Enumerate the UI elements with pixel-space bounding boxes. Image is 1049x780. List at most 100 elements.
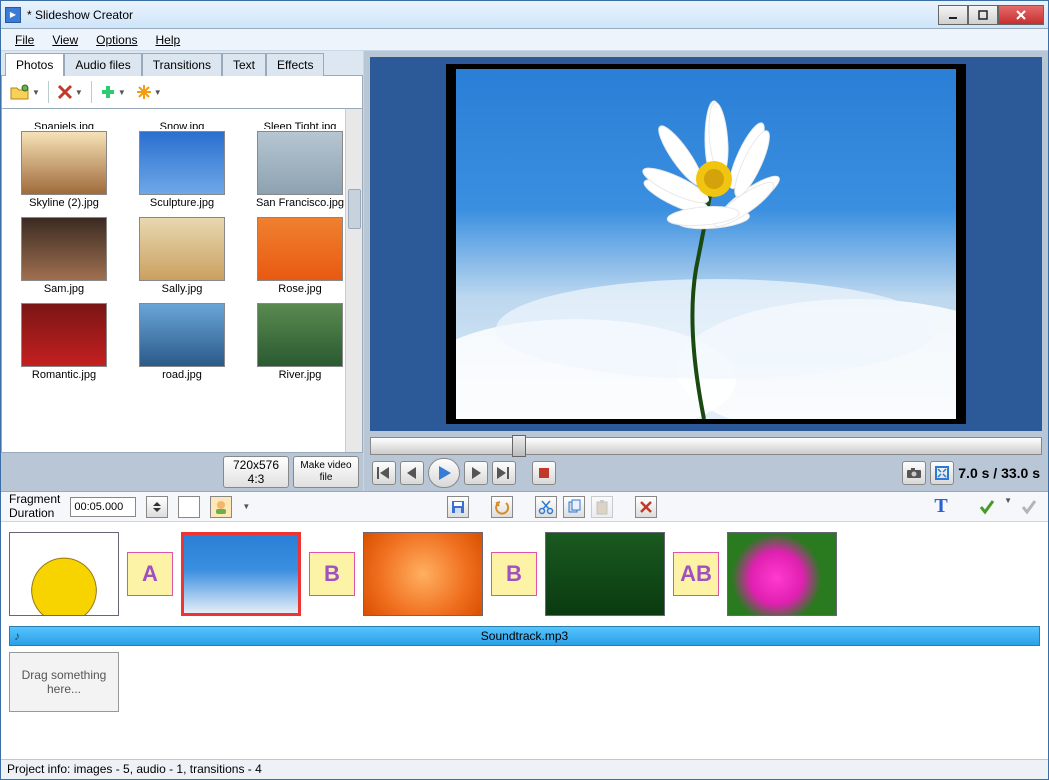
thumbnail-item[interactable]: road.jpg	[126, 303, 238, 387]
thumbnail-image	[139, 303, 225, 367]
fullscreen-button[interactable]	[930, 461, 954, 485]
remove-button[interactable]	[635, 496, 657, 518]
accept-grey-button[interactable]	[1018, 496, 1040, 518]
thumbnail-caption: San Francisco.jpg	[256, 195, 344, 215]
thumbnail-item[interactable]: Sculpture.jpg	[126, 131, 238, 215]
close-button[interactable]	[998, 5, 1044, 25]
open-folder-button[interactable]: ▼	[8, 81, 42, 103]
timeline-clip[interactable]	[181, 532, 301, 616]
thumbnail-item[interactable]: Snow.jpg	[126, 113, 238, 129]
tab-text[interactable]: Text	[222, 53, 266, 76]
thumbnail-caption: Rose.jpg	[278, 281, 321, 301]
preview-panel: 7.0 s / 33.0 s	[364, 51, 1048, 491]
thumbnail-image	[257, 131, 343, 195]
timeline-clip[interactable]	[545, 532, 665, 616]
thumbnail-image	[257, 217, 343, 281]
timeline-clip[interactable]	[727, 532, 837, 616]
last-frame-button[interactable]	[492, 461, 516, 485]
audio-track[interactable]: ♪ Soundtrack.mp3	[9, 626, 1040, 646]
face-crop-button[interactable]	[210, 496, 232, 518]
left-panel: Photos Audio files Transitions Text Effe…	[1, 51, 364, 491]
text-tool-button[interactable]: T	[930, 496, 952, 518]
blank-swatch[interactable]	[178, 496, 200, 518]
cut-button[interactable]	[535, 496, 557, 518]
thumbnail-item[interactable]: River.jpg	[244, 303, 356, 387]
next-frame-button[interactable]	[464, 461, 488, 485]
thumbnail-caption: Skyline (2).jpg	[29, 195, 99, 215]
fragment-duration-label: FragmentDuration	[9, 493, 60, 519]
thumbnail-caption: Spaniels.jpg	[34, 119, 94, 129]
left-bottom-bar: 720x5764:3 Make video file	[1, 453, 363, 491]
tab-photos[interactable]: Photos	[5, 53, 64, 76]
face-dropdown[interactable]: ▼	[242, 502, 250, 511]
drop-zone[interactable]: Drag something here...	[9, 652, 119, 712]
undo-button[interactable]	[491, 496, 513, 518]
tab-audio[interactable]: Audio files	[64, 53, 141, 76]
accept-button[interactable]	[976, 496, 998, 518]
menu-options[interactable]: Options	[88, 31, 145, 49]
titlebar: ▶ * Slideshow Creator	[1, 1, 1048, 29]
snapshot-button[interactable]	[902, 461, 926, 485]
thumbnail-grid[interactable]: Spaniels.jpg Snow.jpg Sleep Tight.jpg Skyli…	[1, 109, 363, 453]
audio-filename: Soundtrack.mp3	[481, 629, 568, 643]
thumbnail-item[interactable]: Rose.jpg	[244, 217, 356, 301]
prev-frame-button[interactable]	[400, 461, 424, 485]
first-frame-button[interactable]	[372, 461, 396, 485]
tab-effects[interactable]: Effects	[266, 53, 324, 76]
thumbnail-item[interactable]: Skyline (2).jpg	[8, 131, 120, 215]
thumbnail-image	[257, 303, 343, 367]
seek-slider[interactable]	[370, 437, 1042, 455]
thumbnail-item[interactable]: Sleep Tight.jpg	[244, 113, 356, 129]
sparkle-button[interactable]: ▼	[134, 82, 164, 102]
accept-dropdown[interactable]: ▼	[1004, 496, 1012, 518]
thumbnail-item[interactable]: Sally.jpg	[126, 217, 238, 301]
fragment-duration-input[interactable]	[70, 497, 136, 517]
timeline-clip[interactable]	[9, 532, 119, 616]
time-display: 7.0 s / 33.0 s	[958, 465, 1040, 481]
transition-item[interactable]: B	[491, 552, 537, 596]
duration-stepper[interactable]	[146, 496, 168, 518]
menu-file[interactable]: File	[7, 31, 42, 49]
thumbnail-caption: Sally.jpg	[162, 281, 203, 301]
play-button[interactable]	[428, 458, 460, 488]
transition-item[interactable]: A	[127, 552, 173, 596]
add-button[interactable]: ▼	[98, 82, 128, 102]
app-icon: ▶	[5, 7, 21, 23]
thumbnail-image	[21, 131, 107, 195]
thumbnail-caption: road.jpg	[162, 367, 202, 387]
make-video-button[interactable]: Make video file	[293, 456, 359, 488]
thumbnail-caption: Sculpture.jpg	[150, 195, 214, 215]
minimize-button[interactable]	[938, 5, 968, 25]
timeline-track[interactable]: ABBAB ♪ Soundtrack.mp3 Drag something he…	[1, 522, 1048, 759]
tab-transitions[interactable]: Transitions	[142, 53, 222, 76]
timeline-clip[interactable]	[363, 532, 483, 616]
thumbnail-item[interactable]: Spaniels.jpg	[8, 113, 120, 129]
thumbnail-caption: Snow.jpg	[160, 119, 205, 129]
status-text: Project info: images - 5, audio - 1, tra…	[7, 762, 262, 776]
stop-button[interactable]	[532, 461, 556, 485]
preview-area	[370, 57, 1042, 431]
thumbnail-image	[21, 303, 107, 367]
thumbnail-item[interactable]: San Francisco.jpg	[244, 131, 356, 215]
delete-button[interactable]: ▼	[55, 82, 85, 102]
window-title: * Slideshow Creator	[27, 8, 938, 22]
thumbnail-item[interactable]: Romantic.jpg	[8, 303, 120, 387]
thumbnail-image	[139, 217, 225, 281]
seek-thumb[interactable]	[512, 435, 526, 457]
maximize-button[interactable]	[968, 5, 998, 25]
menu-view[interactable]: View	[44, 31, 86, 49]
copy-button[interactable]	[563, 496, 585, 518]
thumbnail-item[interactable]: Sam.jpg	[8, 217, 120, 301]
thumbs-scrollbar[interactable]	[345, 109, 362, 452]
thumbnail-caption: Sleep Tight.jpg	[264, 119, 337, 129]
menu-help[interactable]: Help	[148, 31, 189, 49]
transition-item[interactable]: AB	[673, 552, 719, 596]
preview-canvas[interactable]	[446, 64, 966, 424]
playback-controls: 7.0 s / 33.0 s	[364, 455, 1048, 491]
resolution-button[interactable]: 720x5764:3	[223, 456, 289, 488]
music-note-icon: ♪	[14, 629, 20, 643]
timeline-toolbar: FragmentDuration ▼ T ▼	[1, 492, 1048, 522]
paste-button[interactable]	[591, 496, 613, 518]
save-button[interactable]	[447, 496, 469, 518]
transition-item[interactable]: B	[309, 552, 355, 596]
